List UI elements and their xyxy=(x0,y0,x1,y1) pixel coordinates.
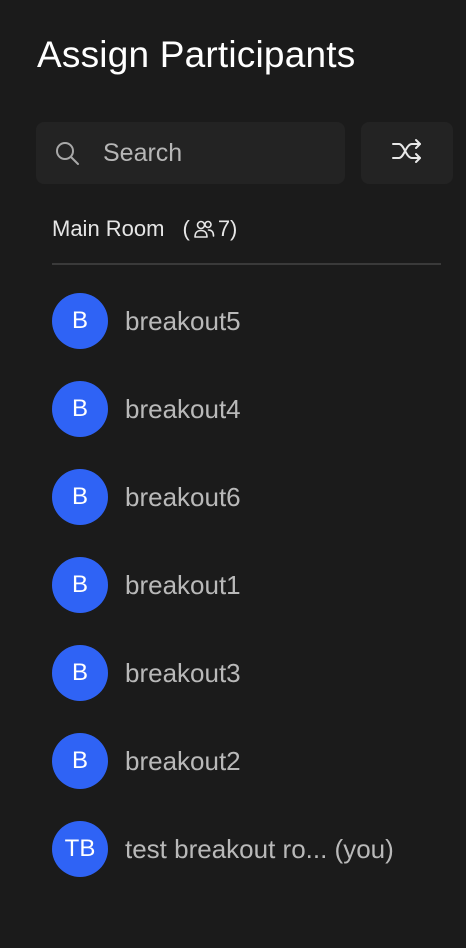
participant-name: breakout4 xyxy=(125,393,241,424)
shuffle-icon xyxy=(391,138,423,169)
participant-item[interactable]: TB test breakout ro... (you) xyxy=(52,821,394,877)
participant-item[interactable]: B breakout5 xyxy=(52,293,241,349)
shuffle-button[interactable] xyxy=(361,122,453,184)
search-input[interactable] xyxy=(103,122,333,184)
participant-item[interactable]: B breakout4 xyxy=(52,381,241,437)
participant-item[interactable]: B breakout1 xyxy=(52,557,241,613)
avatar: TB xyxy=(52,821,108,877)
participant-name: breakout1 xyxy=(125,569,241,600)
participant-item[interactable]: B breakout2 xyxy=(52,733,241,789)
participant-name: test breakout ro... (you) xyxy=(125,833,394,864)
avatar: B xyxy=(52,293,108,349)
room-participant-count: ( 7) xyxy=(182,216,237,242)
search-icon xyxy=(54,140,80,166)
participant-name: breakout6 xyxy=(125,481,241,512)
page-title: Assign Participants xyxy=(37,34,356,75)
room-name: Main Room xyxy=(52,216,165,241)
avatar: B xyxy=(52,645,108,701)
room-header[interactable]: Main Room ( 7) xyxy=(52,212,237,246)
avatar: B xyxy=(52,733,108,789)
people-icon xyxy=(193,218,215,240)
divider xyxy=(52,263,441,265)
participant-name: breakout3 xyxy=(125,657,241,688)
room-count-value: 7) xyxy=(217,216,238,241)
search-box[interactable] xyxy=(36,122,345,184)
room-count-open-paren: ( xyxy=(182,216,190,241)
avatar: B xyxy=(52,557,108,613)
participant-item[interactable]: B breakout6 xyxy=(52,469,241,525)
participant-item[interactable]: B breakout3 xyxy=(52,645,241,701)
avatar: B xyxy=(52,469,108,525)
participant-name: breakout2 xyxy=(125,745,241,776)
avatar: B xyxy=(52,381,108,437)
participant-name: breakout5 xyxy=(125,305,241,336)
